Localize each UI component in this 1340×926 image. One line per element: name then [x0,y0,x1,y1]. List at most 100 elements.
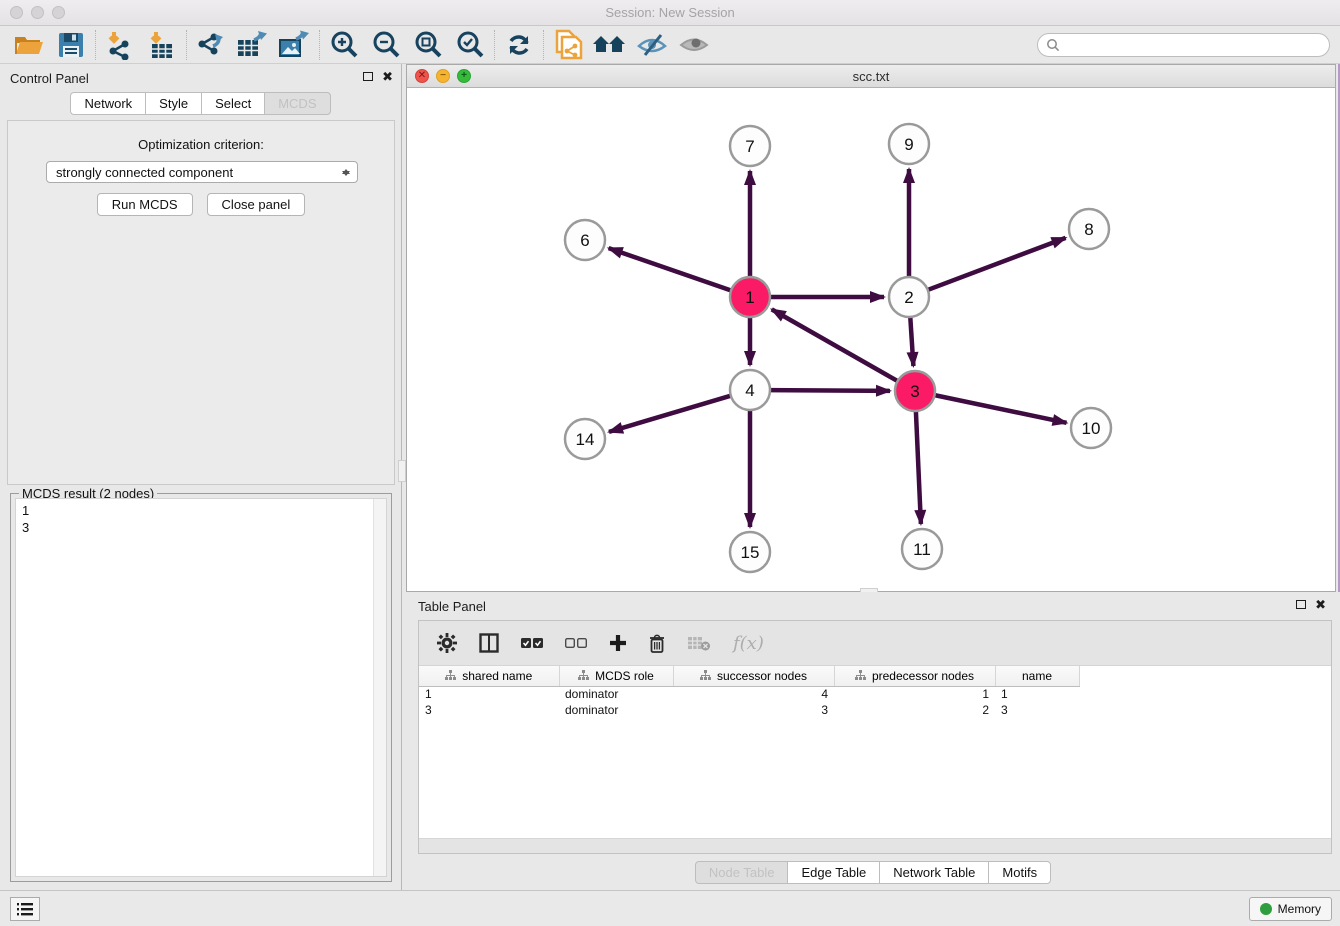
table-row[interactable]: 3 dominator 3 2 3 [419,702,1079,718]
show-all-button[interactable] [673,28,715,62]
task-history-button[interactable] [10,897,40,921]
attribute-icon [855,670,866,681]
add-column-button[interactable] [609,634,627,652]
edge-2-8[interactable] [928,238,1066,290]
zoom-selected-button[interactable] [449,28,491,62]
tab-select[interactable]: Select [201,92,264,115]
column-view-button[interactable] [479,633,499,653]
search-input[interactable] [1060,35,1329,55]
graph-node-label: 10 [1082,419,1101,438]
select-all-button[interactable] [521,637,543,649]
column-header-mcds-role[interactable]: MCDS role [559,666,673,686]
home-layout-button[interactable] [589,28,631,62]
checked-boxes-icon [521,637,543,649]
status-bar: Memory [0,890,1340,926]
table-footer-strip [419,838,1331,853]
column-header-predecessor-nodes[interactable]: predecessor nodes [834,666,995,686]
network-window-title: scc.txt [407,69,1335,84]
tab-network-table[interactable]: Network Table [879,861,988,884]
function-builder-button[interactable]: f(x) [733,633,764,654]
import-network-button[interactable] [99,28,141,62]
mcds-result-text: 1 3 [16,499,386,536]
tab-edge-table[interactable]: Edge Table [787,861,879,884]
table-row[interactable]: 1 dominator 4 1 1 [419,686,1079,702]
edge-2-3[interactable] [910,317,913,366]
vertical-splitter-handle[interactable] [398,460,406,482]
network-graph[interactable]: 7968124314101511 [407,88,1335,591]
close-panel-icon[interactable]: ✖ [1315,598,1326,611]
zoom-fit-icon [413,30,443,60]
toolbar-separator [186,30,187,60]
column-header-successor-nodes[interactable]: successor nodes [673,666,834,686]
gear-icon [437,633,457,653]
select-stepper-icon [339,164,353,180]
search-box[interactable] [1037,33,1330,57]
tab-motifs[interactable]: Motifs [988,861,1051,884]
export-table-button[interactable] [232,28,274,62]
deselect-all-button[interactable] [565,637,587,649]
memory-button[interactable]: Memory [1249,897,1332,921]
edge-3-10[interactable] [935,395,1067,423]
node-table: shared name MCDS role successor nodes pr… [419,666,1080,718]
graph-node-label: 6 [580,231,589,250]
export-table-icon [236,30,270,60]
table-panel-title: Table Panel [418,599,486,614]
graph-node-label: 3 [910,382,919,401]
hide-selected-button[interactable] [631,28,673,62]
tab-mcds[interactable]: MCDS [264,92,330,115]
control-panel-tabs: Network Style Select MCDS [0,92,401,115]
attribute-icon [700,670,711,681]
settings-gear-button[interactable] [437,633,457,653]
mcds-result-box: MCDS result (2 nodes) 1 3 [10,493,392,882]
tab-node-table[interactable]: Node Table [695,861,788,884]
tab-network[interactable]: Network [70,92,145,115]
import-table-button[interactable] [141,28,183,62]
window-title: Session: New Session [0,5,1340,20]
control-panel: Control Panel ✖ Network Style Select MCD… [0,64,402,890]
close-panel-icon[interactable]: ✖ [382,70,393,83]
edge-4-14[interactable] [609,396,731,432]
tab-style[interactable]: Style [145,92,201,115]
network-from-file-button[interactable] [547,28,589,62]
export-image-button[interactable] [274,28,316,62]
open-session-button[interactable] [8,28,50,62]
search-icon [1046,38,1060,52]
list-icon [17,903,33,916]
delete-column-button[interactable] [649,634,665,653]
network-canvas[interactable]: 7968124314101511 [407,88,1335,591]
delete-table-button[interactable] [687,635,711,651]
run-mcds-button[interactable]: Run MCDS [97,193,193,216]
application-window: Session: New Session [0,0,1340,926]
columns-icon [479,633,499,653]
graph-node-label: 9 [904,135,913,154]
edge-4-3[interactable] [770,390,890,391]
control-panel-title: Control Panel [10,71,89,86]
mcds-result-scrollbar[interactable] [373,499,386,876]
memory-label: Memory [1278,902,1321,916]
column-header-name[interactable]: name [995,666,1079,686]
close-panel-button[interactable]: Close panel [207,193,306,216]
zoom-out-button[interactable] [365,28,407,62]
save-session-button[interactable] [50,28,92,62]
table-delete-icon [687,635,711,651]
attribute-icon [578,670,589,681]
edge-1-6[interactable] [609,248,731,290]
toolbar-separator [95,30,96,60]
table-toolbar: f(x) [419,621,1331,666]
edge-3-1[interactable] [772,309,898,381]
refresh-button[interactable] [498,28,540,62]
control-panel-header: Control Panel ✖ [0,64,401,92]
column-header-shared-name[interactable]: shared name [419,666,559,686]
attribute-icon [445,670,456,681]
toolbar-separator [543,30,544,60]
float-panel-icon[interactable] [1296,600,1306,609]
zoom-in-button[interactable] [323,28,365,62]
edge-3-11[interactable] [916,411,921,524]
zoom-in-icon [329,30,359,60]
float-panel-icon[interactable] [363,72,373,81]
criterion-select[interactable]: strongly connected component [46,161,358,183]
export-network-button[interactable] [190,28,232,62]
zoom-fit-button[interactable] [407,28,449,62]
mcds-result-textarea[interactable]: 1 3 [15,498,387,877]
criterion-value: strongly connected component [56,165,233,180]
